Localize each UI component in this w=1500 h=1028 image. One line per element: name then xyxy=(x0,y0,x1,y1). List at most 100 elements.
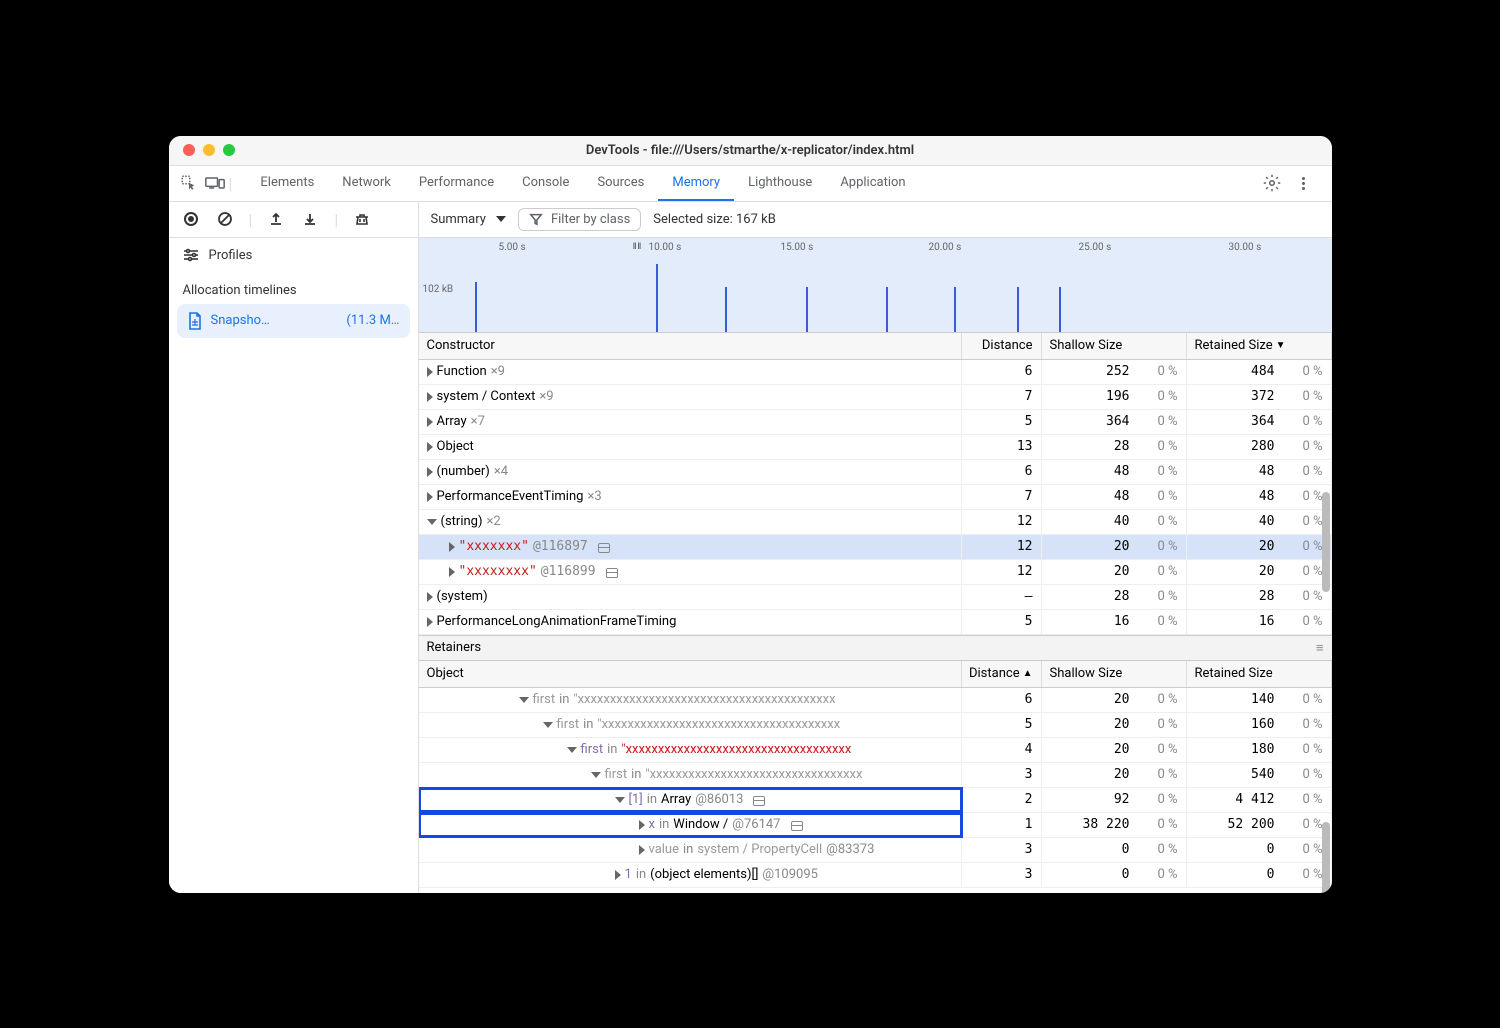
tab-sources[interactable]: Sources xyxy=(583,165,658,201)
retainer-row[interactable]: [1] in Array @860132920 %4 4120 % xyxy=(419,788,1332,813)
inspect-icon[interactable] xyxy=(177,171,201,195)
col-retained[interactable]: Retained Size xyxy=(1187,661,1332,687)
allocation-timeline[interactable]: 5.00 s ‖‖ 10.00 s 15.00 s 20.00 s 25.00 … xyxy=(419,238,1332,333)
col-constructor[interactable]: Constructor xyxy=(419,333,962,359)
expand-icon[interactable] xyxy=(615,870,621,880)
snapshot-name: Snapsho… xyxy=(211,313,270,328)
expand-icon[interactable] xyxy=(427,519,437,525)
alloc-bar xyxy=(725,287,727,332)
snapshot-item[interactable]: Snapsho… (11.3 M… xyxy=(177,304,410,338)
constructor-row[interactable]: PerformanceLongAnimationFrameTiming5160 … xyxy=(419,610,1332,635)
window-title: DevTools - file:///Users/stmarthe/x-repl… xyxy=(169,143,1332,158)
expand-icon[interactable] xyxy=(449,567,455,577)
tab-lighthouse[interactable]: Lighthouse xyxy=(734,165,826,201)
expand-icon[interactable] xyxy=(427,492,433,502)
expand-icon[interactable] xyxy=(427,592,433,602)
allocation-timelines-label: Allocation timelines xyxy=(169,273,418,304)
time-tick: 20.00 s xyxy=(929,242,962,253)
settings-icon[interactable] xyxy=(1260,171,1284,195)
constructor-row[interactable]: Array ×753640 %3640 % xyxy=(419,410,1332,435)
expand-icon[interactable] xyxy=(427,367,433,377)
window-controls xyxy=(169,144,235,156)
constructor-row[interactable]: "xxxxxxxx" @11689912200 %200 % xyxy=(419,560,1332,585)
retainer-row[interactable]: first in "xxxxxxxxxxxxxxxxxxxxxxxxxxxxxx… xyxy=(419,738,1332,763)
expand-icon[interactable] xyxy=(427,467,433,477)
expand-icon[interactable] xyxy=(519,697,529,703)
gc-icon[interactable] xyxy=(352,209,372,229)
timeline-cursor-icon[interactable]: ‖‖ xyxy=(631,240,645,254)
tab-network[interactable]: Network xyxy=(328,165,405,201)
retainers-columns: Object Distance▲ Shallow Size Retained S… xyxy=(419,661,1332,688)
retainers-header[interactable]: Retainers ≡ xyxy=(419,635,1332,661)
constructors-header: Constructor Distance Shallow Size Retain… xyxy=(419,333,1332,360)
expand-icon[interactable] xyxy=(427,392,433,402)
expand-icon[interactable] xyxy=(615,797,625,803)
tab-performance[interactable]: Performance xyxy=(405,165,508,201)
alloc-bar xyxy=(475,282,477,332)
time-tick: 5.00 s xyxy=(499,242,526,253)
constructor-row[interactable]: Object13280 %2800 % xyxy=(419,435,1332,460)
clear-icon[interactable] xyxy=(215,209,235,229)
tab-console[interactable]: Console xyxy=(508,165,583,201)
pane-menu-icon[interactable]: ≡ xyxy=(1316,640,1324,656)
sidebar: | | Profiles Allocation timelines Snapsh… xyxy=(169,202,419,893)
memory-toolbar: Summary Filter by class Selected size: 1… xyxy=(419,202,1332,238)
sort-asc-icon: ▲ xyxy=(1023,668,1033,679)
class-filter[interactable]: Filter by class xyxy=(518,208,641,231)
expand-icon[interactable] xyxy=(567,747,577,753)
constructors-grid: Function ×962520 %4840 %system / Context… xyxy=(419,360,1332,635)
constructor-row[interactable]: PerformanceEventTiming ×37480 %480 % xyxy=(419,485,1332,510)
expand-icon[interactable] xyxy=(427,442,433,452)
y-axis-label: 102 kB xyxy=(423,284,454,295)
retainer-row[interactable]: first in "xxxxxxxxxxxxxxxxxxxxxxxxxxxxxx… xyxy=(419,713,1332,738)
expand-icon[interactable] xyxy=(591,772,601,778)
retainer-row[interactable]: first in "xxxxxxxxxxxxxxxxxxxxxxxxxxxxxx… xyxy=(419,763,1332,788)
upload-icon[interactable] xyxy=(266,209,286,229)
sliders-icon xyxy=(183,248,199,262)
retainer-row[interactable]: value in system / PropertyCell @83373300… xyxy=(419,838,1332,863)
col-retained[interactable]: Retained Size▼ xyxy=(1187,333,1332,359)
expand-icon[interactable] xyxy=(639,845,645,855)
col-shallow[interactable]: Shallow Size xyxy=(1042,661,1187,687)
constructor-row[interactable]: Function ×962520 %4840 % xyxy=(419,360,1332,385)
expand-icon[interactable] xyxy=(639,820,645,830)
record-icon[interactable] xyxy=(181,209,201,229)
window-ref-icon xyxy=(606,568,618,578)
col-shallow[interactable]: Shallow Size xyxy=(1042,333,1187,359)
profiles-section[interactable]: Profiles xyxy=(169,238,418,273)
scrollbar[interactable] xyxy=(1322,822,1330,893)
window-ref-icon xyxy=(753,796,765,806)
constructor-row[interactable]: system / Context ×971960 %3720 % xyxy=(419,385,1332,410)
tab-application[interactable]: Application xyxy=(826,165,919,201)
view-dropdown[interactable]: Summary xyxy=(431,212,506,227)
download-icon[interactable] xyxy=(300,209,320,229)
constructor-row[interactable]: (string) ×212400 %400 % xyxy=(419,510,1332,535)
menu-icon[interactable] xyxy=(1292,171,1316,195)
retainer-row[interactable]: x in Window / @76147138 2200 %52 2000 % xyxy=(419,813,1332,838)
device-icon[interactable] xyxy=(203,171,227,195)
minimize-button[interactable] xyxy=(203,144,215,156)
constructor-row[interactable]: "xxxxxxx" @11689712200 %200 % xyxy=(419,535,1332,560)
alloc-bar xyxy=(1059,287,1061,332)
constructor-row[interactable]: (number) ×46480 %480 % xyxy=(419,460,1332,485)
col-distance[interactable]: Distance xyxy=(962,333,1042,359)
constructor-row[interactable]: (system)–280 %280 % xyxy=(419,585,1332,610)
close-button[interactable] xyxy=(183,144,195,156)
retainers-title: Retainers xyxy=(427,640,482,656)
tab-elements[interactable]: Elements xyxy=(246,165,328,201)
titlebar: DevTools - file:///Users/stmarthe/x-repl… xyxy=(169,136,1332,166)
retainer-row[interactable]: 1 in (object elements)[] @109095300 %00 … xyxy=(419,863,1332,888)
tab-memory[interactable]: Memory xyxy=(658,165,734,201)
retainer-row[interactable]: first in "xxxxxxxxxxxxxxxxxxxxxxxxxxxxxx… xyxy=(419,688,1332,713)
dropdown-icon xyxy=(496,216,506,222)
expand-icon[interactable] xyxy=(427,417,433,427)
time-tick: 25.00 s xyxy=(1079,242,1112,253)
maximize-button[interactable] xyxy=(223,144,235,156)
expand-icon[interactable] xyxy=(427,617,433,627)
col-distance[interactable]: Distance▲ xyxy=(962,661,1042,687)
expand-icon[interactable] xyxy=(449,542,455,552)
col-object[interactable]: Object xyxy=(419,661,962,687)
selected-size-label: Selected size: 167 kB xyxy=(653,212,776,227)
scrollbar[interactable] xyxy=(1322,492,1330,592)
expand-icon[interactable] xyxy=(543,722,553,728)
